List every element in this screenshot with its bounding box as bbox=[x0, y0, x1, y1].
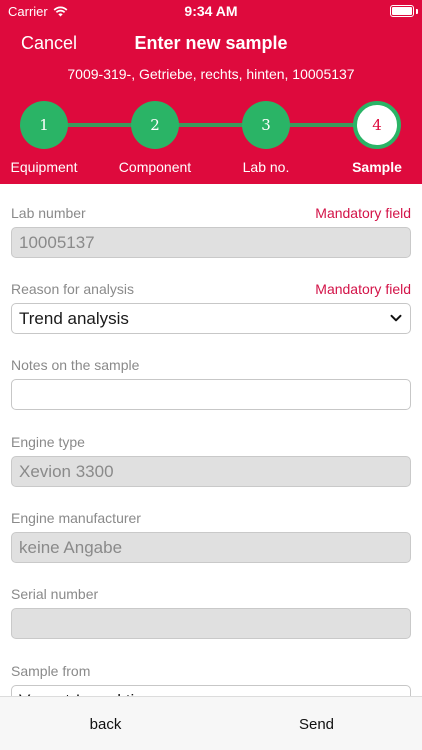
engine-manufacturer-label: Engine manufacturer bbox=[11, 510, 141, 526]
reason-mandatory: Mandatory field bbox=[315, 281, 411, 297]
battery-tip bbox=[416, 9, 418, 14]
status-time: 9:34 AM bbox=[184, 3, 238, 19]
reason-value: Trend analysis bbox=[19, 309, 129, 328]
header: Carrier 9:34 AM Cancel Enter new sample … bbox=[0, 0, 422, 184]
equipment-subtitle: 7009-319-, Getriebe, rechts, hinten, 100… bbox=[67, 66, 355, 82]
stepper: 1 2 3 4 Equipment Component Lab no. Samp… bbox=[0, 98, 422, 184]
nav-bar: Cancel Enter new sample bbox=[0, 28, 422, 60]
step-4-label: Sample bbox=[352, 159, 402, 175]
status-bar: Carrier 9:34 AM bbox=[0, 0, 422, 24]
step-2-circle[interactable]: 2 bbox=[131, 101, 179, 149]
back-button[interactable]: back bbox=[0, 697, 211, 750]
step-3-circle[interactable]: 3 bbox=[242, 101, 290, 149]
step-2-label: Component bbox=[118, 159, 192, 175]
engine-type-input: Xevion 3300 bbox=[11, 456, 411, 487]
lab-number-input: 10005137 bbox=[11, 227, 411, 258]
step-1-label: Equipment bbox=[10, 159, 78, 175]
serial-number-input bbox=[11, 608, 411, 639]
stepper-line bbox=[43, 123, 378, 127]
send-button[interactable]: Send bbox=[211, 697, 422, 750]
notes-label: Notes on the sample bbox=[11, 357, 140, 373]
engine-manufacturer-input: keine Angabe bbox=[11, 532, 411, 563]
battery-icon bbox=[390, 5, 414, 17]
lab-number-label: Lab number bbox=[11, 205, 86, 221]
lab-number-mandatory: Mandatory field bbox=[315, 205, 411, 221]
sample-from-label: Sample from bbox=[11, 663, 91, 679]
chevron-down-icon bbox=[390, 314, 402, 322]
notes-input[interactable] bbox=[11, 379, 411, 410]
step-4-circle[interactable]: 4 bbox=[353, 101, 401, 149]
sample-from-select[interactable]: Vor-ort-Inspektion bbox=[11, 685, 411, 696]
step-3-label: Lab no. bbox=[242, 159, 290, 175]
reason-label: Reason for analysis bbox=[11, 281, 134, 297]
serial-number-label: Serial number bbox=[11, 586, 99, 602]
reason-select[interactable]: Trend analysis bbox=[11, 303, 411, 334]
page-title: Enter new sample bbox=[134, 33, 288, 53]
engine-type-label: Engine type bbox=[11, 434, 85, 450]
bottom-toolbar: back Send bbox=[0, 696, 422, 750]
step-1-circle[interactable]: 1 bbox=[20, 101, 68, 149]
sample-form: Lab number Mandatory field 10005137 Reas… bbox=[0, 184, 422, 696]
